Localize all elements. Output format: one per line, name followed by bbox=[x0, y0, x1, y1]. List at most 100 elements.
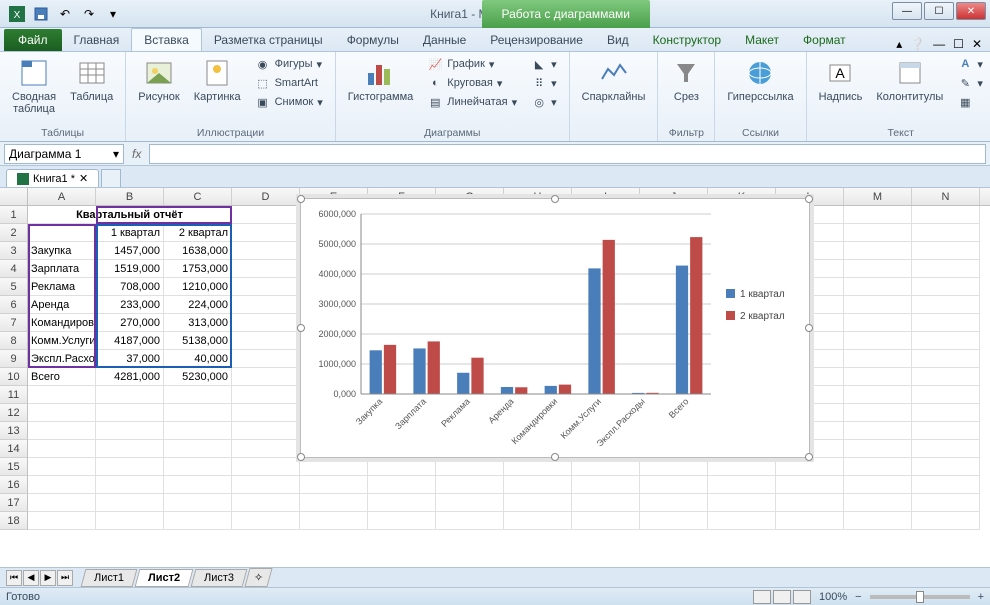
minimize-button[interactable]: — bbox=[892, 2, 922, 20]
smartart-button[interactable]: ⬚SmartArt bbox=[251, 74, 327, 92]
signature-button[interactable]: ✎▾ bbox=[953, 74, 987, 92]
col-B[interactable]: B bbox=[96, 188, 164, 205]
area-chart-button[interactable]: ◣▾ bbox=[527, 55, 561, 73]
chart-handle-e[interactable] bbox=[805, 324, 813, 332]
sparklines-button[interactable]: Спарклайны bbox=[578, 55, 650, 137]
tab-format[interactable]: Формат bbox=[791, 29, 858, 51]
chart-handle-n[interactable] bbox=[551, 195, 559, 203]
object-button[interactable]: ▦ bbox=[953, 93, 987, 111]
formula-input[interactable] bbox=[149, 144, 986, 164]
tab-data[interactable]: Данные bbox=[411, 29, 478, 51]
view-normal-button[interactable] bbox=[753, 590, 771, 604]
row-1[interactable]: 1 bbox=[0, 206, 28, 224]
fx-icon[interactable]: fx bbox=[128, 147, 145, 161]
workbook-tab[interactable]: Книга1 * ✕ bbox=[6, 169, 99, 187]
sheet-tab-3[interactable]: Лист3 bbox=[191, 569, 248, 587]
row-12[interactable]: 12 bbox=[0, 404, 28, 422]
row-5[interactable]: 5 bbox=[0, 278, 28, 296]
excel-icon[interactable]: X bbox=[6, 4, 28, 24]
col-D[interactable]: D bbox=[232, 188, 300, 205]
close-button[interactable]: ✕ bbox=[956, 2, 986, 20]
row-16[interactable]: 16 bbox=[0, 476, 28, 494]
doc-close-icon[interactable]: ✕ bbox=[972, 37, 982, 51]
zoom-out-button[interactable]: − bbox=[855, 591, 861, 603]
doc-minimize-icon[interactable]: — bbox=[933, 37, 945, 51]
chart-handle-nw[interactable] bbox=[297, 195, 305, 203]
scatter-chart-button[interactable]: ⠿▾ bbox=[527, 74, 561, 92]
other-chart-button[interactable]: ◎▾ bbox=[527, 93, 561, 111]
zoom-thumb[interactable] bbox=[916, 591, 924, 603]
table-button[interactable]: Таблица bbox=[66, 55, 117, 125]
qat-dropdown-icon[interactable]: ▾ bbox=[102, 4, 124, 24]
tab-review[interactable]: Рецензирование bbox=[478, 29, 595, 51]
tab-pagelayout[interactable]: Разметка страницы bbox=[202, 29, 335, 51]
tab-insert[interactable]: Вставка bbox=[131, 28, 202, 51]
col-N[interactable]: N bbox=[912, 188, 980, 205]
chart-handle-se[interactable] bbox=[805, 453, 813, 461]
sheet-nav-last[interactable]: ⏭ bbox=[57, 570, 73, 586]
zoom-level[interactable]: 100% bbox=[819, 591, 847, 603]
undo-icon[interactable]: ↶ bbox=[54, 4, 76, 24]
row-8[interactable]: 8 bbox=[0, 332, 28, 350]
sheet-tab-2[interactable]: Лист2 bbox=[135, 569, 194, 587]
col-C[interactable]: C bbox=[164, 188, 232, 205]
worksheet-grid[interactable]: A B C D E F G H I J K L M N 123456789101… bbox=[0, 188, 990, 568]
tab-design[interactable]: Конструктор bbox=[641, 29, 733, 51]
sheet-nav-next[interactable]: ▶ bbox=[40, 570, 56, 586]
hyperlink-button[interactable]: Гиперссылка bbox=[723, 55, 797, 125]
chart-object[interactable]: 0,0001000,0002000,0003000,0004000,000500… bbox=[300, 198, 810, 458]
row-14[interactable]: 14 bbox=[0, 440, 28, 458]
sheet-nav-first[interactable]: ⏮ bbox=[6, 570, 22, 586]
textbox-button[interactable]: AНадпись bbox=[815, 55, 867, 125]
maximize-button[interactable]: ☐ bbox=[924, 2, 954, 20]
redo-icon[interactable]: ↷ bbox=[78, 4, 100, 24]
new-sheet-button[interactable]: ✧ bbox=[245, 568, 273, 587]
row-3[interactable]: 3 bbox=[0, 242, 28, 260]
name-box[interactable]: Диаграмма 1▾ bbox=[4, 144, 124, 164]
col-M[interactable]: M bbox=[844, 188, 912, 205]
picture-button[interactable]: Рисунок bbox=[134, 55, 184, 125]
wordart-button[interactable]: A▾ bbox=[953, 55, 987, 73]
clipart-button[interactable]: Картинка bbox=[190, 55, 245, 125]
col-A[interactable]: A bbox=[28, 188, 96, 205]
workbook-close-icon[interactable]: ✕ bbox=[79, 172, 88, 185]
sheet-nav-prev[interactable]: ◀ bbox=[23, 570, 39, 586]
row-7[interactable]: 7 bbox=[0, 314, 28, 332]
row-18[interactable]: 18 bbox=[0, 512, 28, 530]
pie-chart-button[interactable]: ◐Круговая ▾ bbox=[423, 74, 521, 92]
tab-layout[interactable]: Макет bbox=[733, 29, 791, 51]
sheet-tab-1[interactable]: Лист1 bbox=[81, 569, 138, 587]
histogram-button[interactable]: Гистограмма bbox=[344, 55, 418, 125]
row-4[interactable]: 4 bbox=[0, 260, 28, 278]
view-pagebreak-button[interactable] bbox=[793, 590, 811, 604]
row-13[interactable]: 13 bbox=[0, 422, 28, 440]
bar-chart-button[interactable]: ▤Линейчатая ▾ bbox=[423, 93, 521, 111]
tab-formulas[interactable]: Формулы bbox=[335, 29, 411, 51]
zoom-slider[interactable] bbox=[870, 595, 970, 599]
row-17[interactable]: 17 bbox=[0, 494, 28, 512]
row-11[interactable]: 11 bbox=[0, 386, 28, 404]
row-9[interactable]: 9 bbox=[0, 350, 28, 368]
row-10[interactable]: 10 bbox=[0, 368, 28, 386]
headerfooter-button[interactable]: Колонтитулы bbox=[872, 55, 947, 125]
screenshot-button[interactable]: ▣Снимок ▾ bbox=[251, 93, 327, 111]
chart-handle-ne[interactable] bbox=[805, 195, 813, 203]
tab-file[interactable]: Файл bbox=[4, 29, 62, 51]
tab-home[interactable]: Главная bbox=[62, 29, 132, 51]
tab-view[interactable]: Вид bbox=[595, 29, 641, 51]
select-all-corner[interactable] bbox=[0, 188, 28, 205]
save-icon[interactable] bbox=[30, 4, 52, 24]
chart-handle-s[interactable] bbox=[551, 453, 559, 461]
pivot-table-button[interactable]: Сводная таблица bbox=[8, 55, 60, 125]
row-2[interactable]: 2 bbox=[0, 224, 28, 242]
chart-handle-w[interactable] bbox=[297, 324, 305, 332]
zoom-in-button[interactable]: + bbox=[978, 591, 984, 603]
line-chart-button[interactable]: 📈График ▾ bbox=[423, 55, 521, 73]
chart-handle-sw[interactable] bbox=[297, 453, 305, 461]
new-workbook-tab[interactable] bbox=[101, 169, 121, 187]
view-pagelayout-button[interactable] bbox=[773, 590, 791, 604]
ribbon-minimize-icon[interactable]: ▴ bbox=[896, 37, 902, 51]
row-6[interactable]: 6 bbox=[0, 296, 28, 314]
row-15[interactable]: 15 bbox=[0, 458, 28, 476]
help-icon[interactable]: ❔ bbox=[910, 37, 925, 51]
